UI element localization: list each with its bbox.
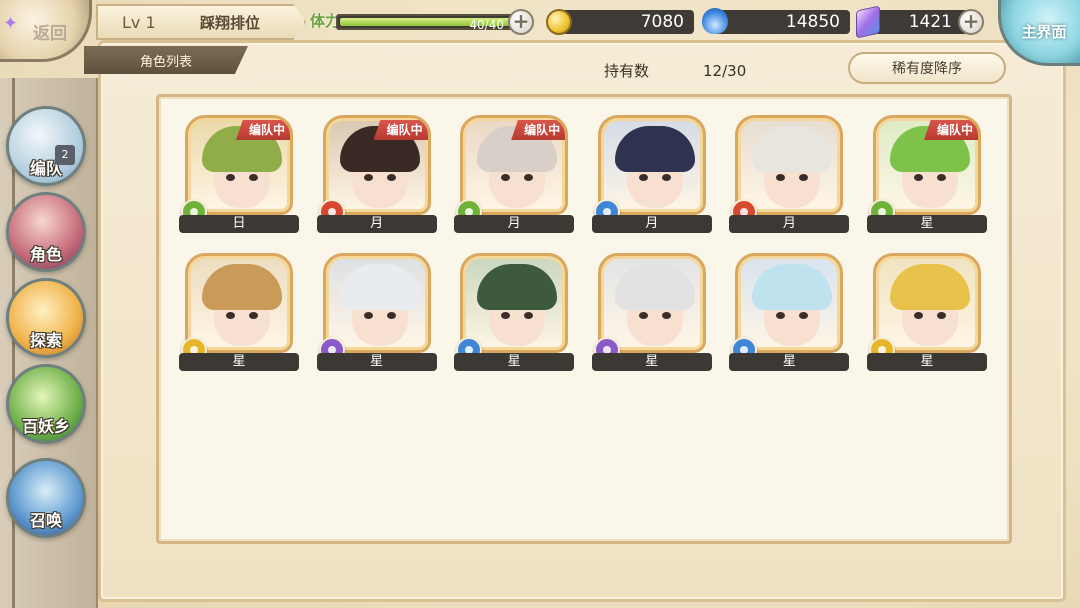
eyes [363, 174, 396, 182]
character-rank-label: 星 [591, 353, 712, 371]
hair [752, 264, 833, 310]
hair [339, 264, 420, 310]
character-card[interactable]: 月 [729, 115, 850, 233]
eyes [363, 312, 396, 320]
gold-coin-icon [546, 9, 572, 35]
nav-explore-label: 探索 [29, 331, 62, 350]
back-label: 返回 [33, 23, 67, 44]
in-team-badge: 编队中 [511, 120, 566, 140]
hair [614, 126, 695, 172]
character-card[interactable]: 编队中星 [866, 115, 987, 233]
character-portrait: 编队中 [185, 115, 293, 215]
crystal-icon [856, 5, 880, 39]
stamina-bar: 体力 40/40 [306, 8, 532, 36]
in-team-badge: 编队中 [923, 120, 978, 140]
hair [889, 264, 970, 310]
eyes [638, 312, 671, 320]
gold-display: 7080 [556, 10, 694, 34]
character-rank-label: 月 [591, 215, 712, 233]
character-rank-label: 月 [316, 215, 437, 233]
character-portrait [460, 253, 569, 353]
nav-village-label: 百妖乡 [21, 417, 70, 436]
nav-team-button[interactable]: 2 编队 [6, 106, 86, 186]
eyes [776, 312, 809, 320]
soul-display: 14850 [712, 10, 850, 34]
character-portrait [597, 115, 706, 215]
team-count-badge: 2 [55, 145, 75, 165]
hair [202, 264, 282, 310]
character-rank-label: 星 [866, 353, 987, 371]
owned-count: 持有数 12/30 [604, 60, 746, 81]
owned-label: 持有数 [604, 62, 650, 80]
soul-value: 14850 [785, 12, 840, 32]
character-card[interactable]: 星 [179, 253, 299, 371]
add-crystal-button[interactable]: + [958, 9, 984, 35]
owned-count-value: 12/30 [703, 62, 747, 80]
character-portrait [735, 253, 844, 353]
character-portrait [872, 253, 981, 353]
eyes [501, 174, 534, 182]
character-portrait [735, 115, 844, 215]
character-portrait [185, 253, 293, 353]
nav-summon-button[interactable]: 召唤 [6, 458, 86, 538]
in-team-badge: 编队中 [373, 120, 428, 140]
character-card[interactable]: 月 [591, 115, 712, 233]
level-plate: Lv 1 踩翔排位 [96, 4, 306, 40]
character-rank-label: 星 [866, 215, 987, 233]
character-rank-label: 月 [454, 215, 575, 233]
eyes [226, 312, 258, 320]
main-menu-label: 主界面 [1021, 22, 1067, 41]
eyes [913, 174, 946, 182]
hair [614, 264, 695, 310]
player-level: Lv 1 [122, 12, 156, 32]
nav-character-button[interactable]: 角色 [6, 192, 86, 272]
sort-rarity-button[interactable]: 稀有度降序 [848, 52, 1006, 84]
roster-panel: 编队中日编队中月编队中月月月编队中星星星星星星星 [156, 94, 1012, 544]
character-card[interactable]: 星 [454, 253, 575, 371]
character-grid: 编队中日编队中月编队中月月月编队中星星星星星星星 [179, 115, 987, 371]
character-list-tab: 角色列表 [84, 46, 248, 74]
nav-explore-button[interactable]: 探索 [6, 278, 86, 358]
rank-label: 踩翔排位 [200, 13, 261, 32]
character-portrait: 编队中 [460, 115, 569, 215]
hair [752, 126, 833, 172]
character-card[interactable]: 编队中月 [316, 115, 437, 233]
character-card[interactable]: 星 [729, 253, 850, 371]
stamina-value: 40/40 [469, 18, 504, 32]
character-card[interactable]: 编队中月 [454, 115, 575, 233]
character-portrait: 编队中 [872, 115, 981, 215]
eyes [913, 312, 946, 320]
character-card[interactable]: 编队中日 [179, 115, 299, 233]
gold-value: 7080 [640, 12, 684, 32]
nav-character-label: 角色 [29, 245, 62, 264]
hair [477, 264, 558, 310]
character-card[interactable]: 星 [316, 253, 437, 371]
eyes [776, 174, 809, 182]
eyes [638, 174, 671, 182]
eyes [501, 312, 534, 320]
in-team-badge: 编队中 [236, 120, 290, 140]
sparkle-icon: ✦ [3, 13, 19, 34]
crystal-value: 1421 [908, 12, 952, 32]
character-rank-label: 星 [729, 353, 850, 371]
character-rank-label: 星 [316, 353, 437, 371]
character-rank-label: 月 [729, 215, 850, 233]
character-card[interactable]: 星 [591, 253, 712, 371]
eyes [226, 174, 258, 182]
character-rank-label: 日 [179, 215, 299, 233]
blue-flame-icon [702, 8, 728, 34]
character-portrait [597, 253, 706, 353]
nav-village-button[interactable]: 百妖乡 [6, 364, 86, 444]
character-rank-label: 星 [179, 353, 299, 371]
character-rank-label: 星 [454, 353, 575, 371]
add-stamina-button[interactable]: + [508, 9, 534, 35]
nav-summon-label: 召唤 [29, 511, 62, 530]
character-card[interactable]: 星 [866, 253, 987, 371]
left-nav-rail: 2 编队 角色 探索 百妖乡 召唤 [0, 78, 98, 608]
